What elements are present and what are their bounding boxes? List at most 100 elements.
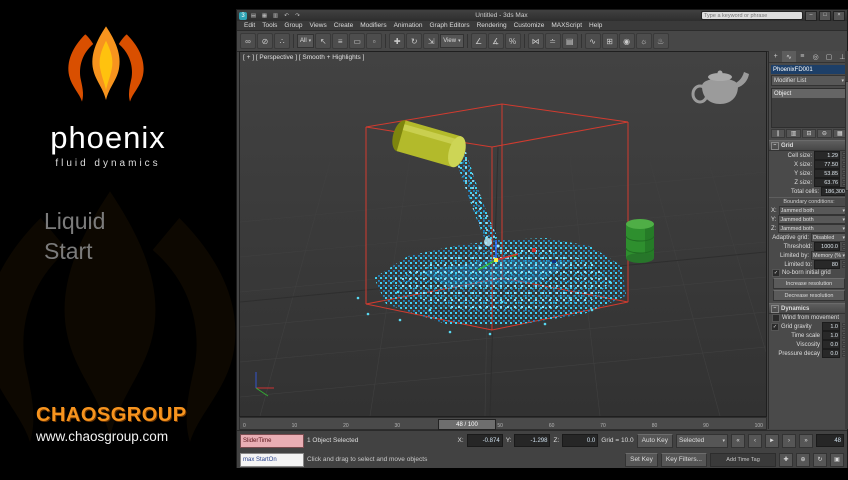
menu-graph-editors[interactable]: Graph Editors [427,22,473,29]
auto-key-button[interactable]: Auto Key [636,433,673,448]
open-file-icon[interactable]: ▦ [260,12,269,20]
go-to-end-icon[interactable]: » [799,433,813,448]
z-coord-field[interactable]: 0.0 [562,434,599,447]
menu-views[interactable]: Views [306,22,329,29]
close-icon[interactable]: × [833,10,845,21]
make-unique-icon[interactable]: ⊟ [801,129,817,138]
mirror-icon[interactable]: ⋈ [527,33,544,49]
boundary-z-dropdown[interactable]: Jammed both [778,224,847,233]
y-size-field[interactable]: 53.85 [814,169,840,178]
render-production-icon[interactable]: ♨ [652,33,669,49]
go-to-start-icon[interactable]: « [731,433,745,448]
x-coord-field[interactable]: -0.874 [466,434,503,447]
maximize-viewport-icon[interactable]: ▣ [830,452,844,467]
limited-to-field[interactable]: 80 [814,260,840,269]
threshold-field[interactable]: 1000.0 [814,242,840,251]
tab-create-icon[interactable]: + [769,51,782,62]
link-icon[interactable]: ∞ [240,33,256,49]
maxscript-macro-line[interactable]: SliderTime [240,433,304,448]
previous-frame-icon[interactable]: ‹ [748,433,762,448]
material-editor-icon[interactable]: ◉ [618,33,635,49]
boundary-y-dropdown[interactable]: Jammed both [778,215,847,224]
tab-hierarchy-icon[interactable]: ≡ [796,51,809,62]
maximize-icon[interactable]: □ [819,10,831,21]
add-time-tag[interactable]: Add Time Tag [710,452,776,467]
select-scale-icon[interactable]: ⇲ [423,33,440,49]
select-object-icon[interactable]: ↖ [315,33,332,49]
key-mode-dropdown[interactable]: Selected [676,433,728,448]
barrel-object[interactable] [625,219,655,263]
tab-display-icon[interactable]: ▢ [822,51,835,62]
y-coord-field[interactable]: -1.298 [514,434,551,447]
stack-item-object[interactable]: Object [772,89,846,98]
viewport-scene[interactable] [239,52,767,417]
decrease-resolution-button[interactable]: Decrease resolution [773,290,845,301]
cell-size-field[interactable]: 1.29 [814,151,840,160]
menu-modifiers[interactable]: Modifiers [357,22,389,29]
checkbox-icon[interactable] [772,269,780,277]
zoom-view-icon[interactable]: ⊕ [796,452,810,467]
initial-grid-checkbox-row[interactable]: No-born initial grid [769,269,848,277]
checkbox-icon[interactable] [772,314,780,322]
unlink-icon[interactable]: ⊘ [257,33,273,49]
save-file-icon[interactable]: ▥ [271,12,280,20]
window-crossing-icon[interactable]: ▫ [366,33,383,49]
snap-toggle-icon[interactable]: ∠ [470,33,487,49]
selection-filter-dropdown[interactable]: All [297,34,315,48]
render-setup-icon[interactable]: ☼ [635,33,652,49]
next-frame-icon[interactable]: › [782,433,796,448]
select-rotate-icon[interactable]: ↻ [406,33,423,49]
layer-manager-icon[interactable]: ▤ [561,33,578,49]
rollout-dynamics[interactable]: − Dynamics [769,303,848,314]
curve-editor-icon[interactable]: ∿ [584,33,601,49]
menu-animation[interactable]: Animation [391,22,426,29]
tab-motion-icon[interactable]: ◎ [809,51,822,62]
time-scale-field[interactable]: 1.0 [822,331,840,340]
time-slider[interactable]: 0 10 20 30 40 50 60 70 80 90 100 48 / 10… [239,417,767,430]
orbit-view-icon[interactable]: ↻ [813,452,827,467]
reference-coordinate-dropdown[interactable]: View [440,34,464,48]
menu-group[interactable]: Group [281,22,305,29]
percent-snap-icon[interactable]: % [504,33,521,49]
search-input[interactable] [701,11,803,20]
select-by-name-icon[interactable]: ≡ [332,33,349,49]
menu-rendering[interactable]: Rendering [474,22,510,29]
key-filters-button[interactable]: Key Filters... [660,452,707,467]
checkbox-icon[interactable] [771,322,779,331]
wind-checkbox-row[interactable]: Wind from movement [769,314,848,322]
gravity-field[interactable]: 1.0 [822,322,840,331]
new-file-icon[interactable]: ▤ [249,12,258,20]
show-end-result-icon[interactable]: ▥ [786,129,801,138]
maxscript-listener-line[interactable]: max StartOn [240,452,304,467]
rectangular-selection-icon[interactable]: ▭ [349,33,366,49]
perspective-viewport[interactable]: [ + ] [ Perspective ] [ Smooth + Highlig… [239,51,767,417]
adaptive-grid-dropdown[interactable]: Disabled [811,233,847,242]
boundary-x-dropdown[interactable]: Jammed both [778,206,847,215]
increase-resolution-button[interactable]: Increase resolution [773,278,845,289]
remove-modifier-icon[interactable]: ⊖ [817,129,832,138]
pan-view-icon[interactable]: ✚ [779,452,793,467]
pin-stack-icon[interactable]: ∥ [771,129,786,138]
undo-icon[interactable]: ↶ [282,12,291,20]
app-icon[interactable]: 3 [239,11,247,20]
set-key-button[interactable]: Set Key [625,452,658,467]
align-icon[interactable]: ≐ [544,33,561,49]
z-size-field[interactable]: 63.76 [814,178,840,187]
schematic-view-icon[interactable]: ⊞ [601,33,618,49]
tab-modify-icon[interactable]: ∿ [782,51,796,62]
viewport-label[interactable]: [ + ] [ Perspective ] [ Smooth + Highlig… [243,54,364,61]
play-icon[interactable]: ► [765,433,779,448]
viscosity-field[interactable]: 0.0 [822,340,840,349]
current-frame-field[interactable]: 48 [816,434,844,447]
menu-create[interactable]: Create [331,22,357,29]
menu-customize[interactable]: Customize [511,22,548,29]
x-size-field[interactable]: 77.50 [814,160,840,169]
rollout-grid[interactable]: − Grid [769,140,848,151]
menu-help[interactable]: Help [586,22,605,29]
redo-icon[interactable]: ↷ [293,12,302,20]
object-name-field[interactable]: PhoenixFD001 [771,65,847,74]
limited-by-dropdown[interactable]: Memory (% [811,251,847,260]
menu-edit[interactable]: Edit [241,22,258,29]
pressure-decay-field[interactable]: 0.0 [822,349,840,358]
select-move-icon[interactable]: ✚ [389,33,406,49]
